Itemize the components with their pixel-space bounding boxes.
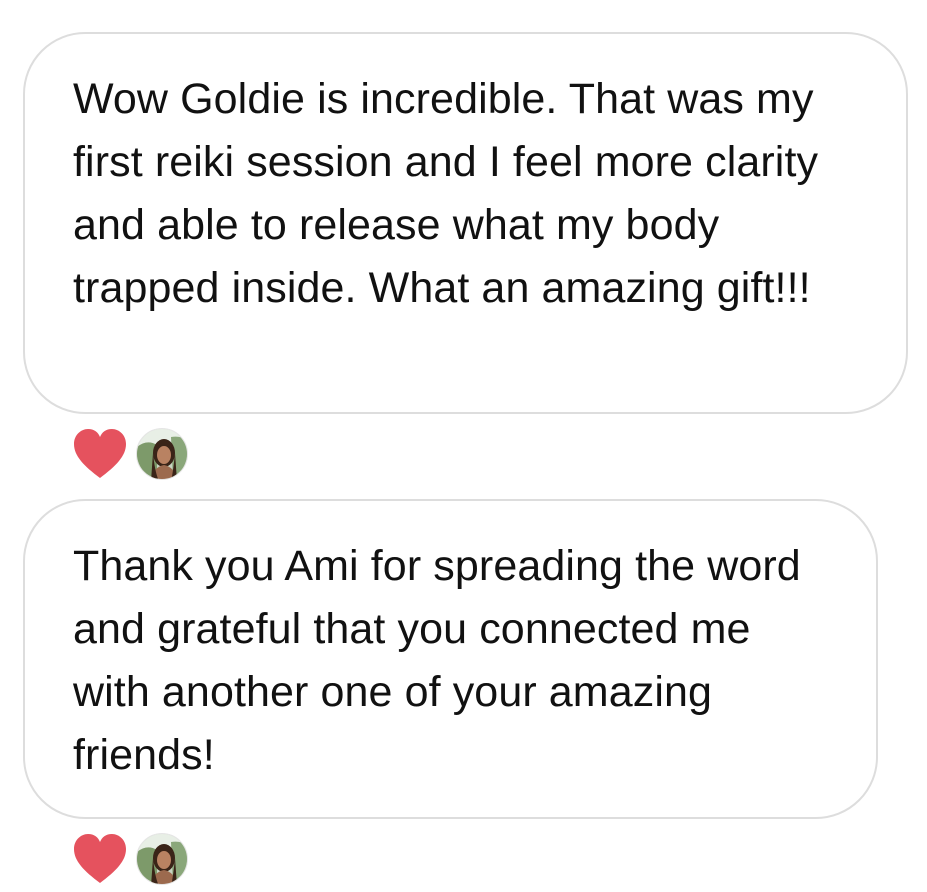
heart-icon[interactable]	[72, 833, 128, 885]
comment-reactions[interactable]	[72, 831, 188, 887]
comment-text: Wow Goldie is incredible. That was my fi…	[73, 75, 819, 312]
avatar[interactable]	[136, 833, 188, 885]
heart-icon[interactable]	[72, 428, 128, 480]
comment-bubble[interactable]: Wow Goldie is incredible. That was my fi…	[23, 32, 908, 414]
avatar[interactable]	[136, 428, 188, 480]
comment-text: Thank you Ami for spreading the word and…	[73, 542, 801, 779]
comment-bubble[interactable]: Thank you Ami for spreading the word and…	[23, 499, 878, 819]
comment-reactions[interactable]	[72, 426, 188, 482]
